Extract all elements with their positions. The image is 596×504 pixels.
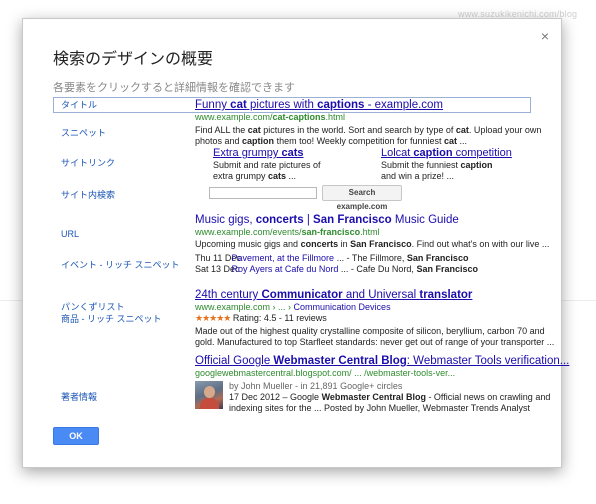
search-result-3: 24th century Communicator and Universal … <box>195 288 554 348</box>
dialog-subtitle: 各要素をクリックすると詳細情報を確認できます <box>53 82 295 94</box>
event-link[interactable]: Roy Ayers at Cafe du Nord <box>232 264 339 274</box>
result-4-snippet: 17 Dec 2012 – Google Webmaster Central B… <box>229 392 551 413</box>
background-divider-left <box>0 300 22 301</box>
result-4-url: googlewebmastercentral.blogspot.com/ ...… <box>195 368 456 378</box>
result-1-title[interactable]: Funny cat pictures with captions - examp… <box>195 98 541 112</box>
label-url[interactable]: URL <box>61 228 79 240</box>
label-authorship[interactable]: 著者情報 <box>61 391 97 403</box>
result-3-snippet: Made out of the highest quality crystall… <box>195 326 555 347</box>
dialog-title: 検索のデザインの概要 <box>53 51 214 68</box>
breadcrumb-link[interactable]: Communication Devices <box>294 302 391 312</box>
search-result-1: Funny cat pictures with captions - examp… <box>195 98 541 147</box>
author-byline: by John Mueller - in 21,891 Google+ circ… <box>229 381 403 391</box>
close-icon[interactable]: × <box>541 29 549 43</box>
site-search-input[interactable] <box>209 187 317 199</box>
search-design-overview-dialog: × 検索のデザインの概要 各要素をクリックすると詳細情報を確認できます タイトル… <box>22 18 569 468</box>
author-avatar[interactable] <box>195 381 223 409</box>
sitelink-extra-grumpy-cats: Extra grumpy cats Submit and rate pictur… <box>213 147 321 182</box>
event-link[interactable]: Pavement, at the Fillmore <box>232 253 335 263</box>
result-3-rating: ★★★★★ Rating: 4.5 - 11 reviews <box>195 313 327 323</box>
event-row: Sat 13 Dec Roy Ayers at Cafe du Nord ...… <box>195 264 478 274</box>
result-1-url: www.example.com/cat-captions.html <box>195 112 346 122</box>
result-3-title[interactable]: 24th century Communicator and Universal … <box>195 288 554 302</box>
search-result-4: Official Google Webmaster Central Blog: … <box>195 354 569 379</box>
result-2-snippet: Upcoming music gigs and concerts in San … <box>195 239 550 249</box>
label-event-rich-snippet[interactable]: イベント - リッチ スニペット <box>61 259 180 271</box>
ok-button[interactable]: OK <box>53 427 99 445</box>
label-snippet[interactable]: スニペット <box>61 127 106 139</box>
label-sitelinks[interactable]: サイトリンク <box>61 157 115 169</box>
label-product-rich-snippet[interactable]: 商品 - リッチ スニペット <box>61 313 162 325</box>
search-result-2: Music gigs, concerts | San Francisco Mus… <box>195 213 549 275</box>
label-title[interactable]: タイトル <box>61 99 97 111</box>
background-divider-right <box>562 300 596 301</box>
label-site-search[interactable]: サイト内検索 <box>61 189 115 201</box>
result-1-snippet: Find ALL the cat pictures in the world. … <box>195 125 542 146</box>
result-4-title[interactable]: Official Google Webmaster Central Blog: … <box>195 354 569 368</box>
event-row: Thu 11 Dec Pavement, at the Fillmore ...… <box>195 253 469 263</box>
sitelink-1-desc: Submit and rate pictures of extra grumpy … <box>213 160 321 181</box>
star-rating-icon: ★★★★★ <box>195 313 231 323</box>
sitelink-lolcat-caption: Lolcat caption competition Submit the fu… <box>381 147 512 182</box>
sitelink-1-title[interactable]: Extra grumpy cats <box>213 147 321 160</box>
result-2-url: www.example.com/events/san-francisco.htm… <box>195 227 380 237</box>
site-search-button[interactable]: Search example.com <box>322 185 402 211</box>
result-3-breadcrumb: www.example.com › ... › Communication De… <box>195 302 391 312</box>
label-breadcrumbs[interactable]: パンくずリスト <box>61 301 124 313</box>
result-2-title[interactable]: Music gigs, concerts | San Francisco Mus… <box>195 213 549 227</box>
sitelink-2-desc: Submit the funniest caption and win a pri… <box>381 160 493 181</box>
sitelink-2-title[interactable]: Lolcat caption competition <box>381 147 512 160</box>
